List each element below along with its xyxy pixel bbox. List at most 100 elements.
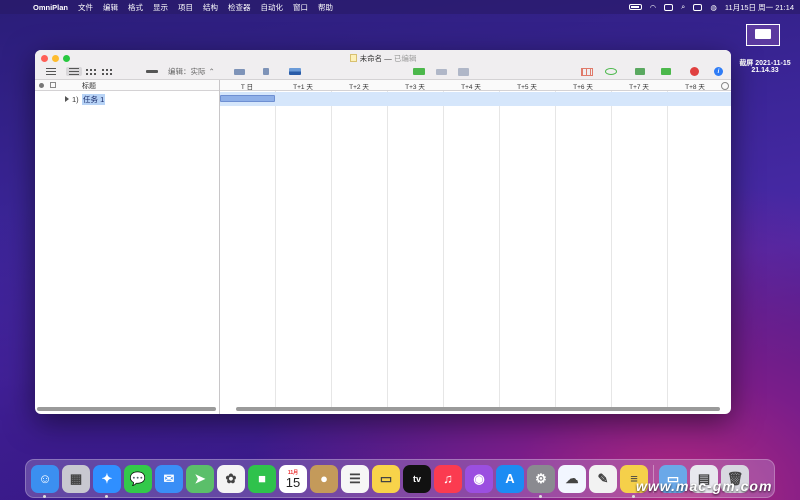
menu-app[interactable]: OmniPlan [28, 3, 73, 12]
eye-icon [605, 68, 617, 75]
menu-automation[interactable]: 自动化 [256, 2, 289, 13]
gantt-grid-line [331, 91, 332, 407]
status-column-icon[interactable] [39, 83, 44, 88]
add-task-button[interactable] [263, 66, 269, 77]
baseline-button[interactable] [413, 66, 425, 77]
finder-icon[interactable]: ☺ [31, 464, 59, 498]
menu-inspectors[interactable]: 检查器 [223, 2, 256, 13]
document-icon [349, 54, 357, 62]
gantt-row-selected[interactable] [220, 92, 731, 106]
checkbox-column-icon[interactable] [50, 82, 56, 88]
gantt-day-label: T+2 天 [349, 84, 369, 91]
messages-icon[interactable]: 💬 [124, 464, 152, 493]
reminders-icon[interactable]: ☰ [341, 464, 369, 493]
outline-scrollbar[interactable] [37, 407, 216, 411]
menu-help[interactable]: 帮助 [313, 2, 338, 13]
siri-icon[interactable]: ◍ [710, 3, 717, 12]
task-row[interactable]: 1) 任务 1 [35, 92, 219, 106]
baseline-icon [413, 68, 425, 75]
zoom-slider[interactable] [146, 66, 158, 77]
apple-tv-icon[interactable]: tv [403, 464, 431, 493]
menu-view[interactable]: 显示 [148, 2, 173, 13]
podcasts-icon[interactable]: ◉ [465, 464, 493, 493]
menubar-clock[interactable]: 11月15日 周一 21:14 [725, 2, 794, 13]
calendar-icon[interactable]: 11月 15 [279, 464, 307, 493]
menu-edit[interactable]: 编辑 [98, 2, 123, 13]
stop-icon [690, 67, 699, 76]
edit-mode-selector[interactable]: 编辑：实际 ⌃ [168, 66, 215, 77]
textedit-icon[interactable]: ✎ [589, 464, 617, 493]
indent-icon [234, 68, 245, 75]
gantt-view-icon [69, 68, 79, 75]
screenshot-thumbnail[interactable] [746, 24, 780, 46]
gantt-scrollbar[interactable] [236, 407, 720, 411]
spotlight-icon[interactable]: ⌕ [681, 2, 685, 12]
gantt-day-label: T+7 天 [629, 84, 649, 91]
document-name[interactable]: 未命名 [360, 54, 383, 63]
maps-icon[interactable]: ➤ [186, 464, 214, 493]
menu-project[interactable]: 项目 [173, 2, 198, 13]
calendar-grid-button[interactable] [581, 66, 593, 77]
launchpad-icon[interactable]: ▦ [62, 464, 90, 493]
title-column-header[interactable]: 标题 [82, 81, 96, 91]
menu-structure[interactable]: 结构 [198, 2, 223, 13]
task-name[interactable]: 任务 1 [82, 94, 106, 105]
contacts-icon[interactable]: ● [310, 464, 338, 493]
stop-button[interactable] [690, 66, 699, 77]
menu-format[interactable]: 格式 [123, 2, 148, 13]
gantt-view-button[interactable] [66, 67, 82, 76]
safari-icon[interactable]: ✦ [93, 464, 121, 498]
level-icon [661, 68, 671, 75]
visibility-button[interactable] [605, 66, 617, 77]
share-icon [458, 67, 469, 76]
app-store-icon[interactable]: A [496, 464, 524, 493]
network-view-button[interactable] [82, 67, 98, 76]
apple-menu-icon[interactable] [12, 2, 22, 12]
task-bar[interactable] [220, 95, 275, 102]
resource-view-button[interactable] [98, 67, 114, 76]
edited-status: 已编辑 [393, 54, 417, 63]
watermark: www.mac-gm.com [636, 478, 773, 494]
indent-button[interactable] [234, 66, 245, 77]
gantt-grid-line [275, 91, 276, 407]
sidebar-toggle-button[interactable] [43, 67, 59, 76]
screenshot-label-time: 21.14.33 [751, 67, 779, 74]
dependency-icon [289, 68, 301, 75]
baidu-netdisk-icon[interactable]: ☁ [558, 464, 586, 493]
filter-button[interactable] [635, 66, 645, 77]
running-indicator [539, 494, 542, 498]
control-center-icon[interactable] [693, 3, 703, 11]
input-method-icon[interactable] [664, 3, 674, 11]
dependency-button[interactable] [289, 66, 301, 77]
split-divider[interactable] [219, 80, 220, 414]
gantt-grid-line [667, 91, 668, 407]
title-separator: — [384, 54, 392, 63]
gantt-grid-line [443, 91, 444, 407]
window-titlebar: 未命名 — 已编辑 编辑：实际 ⌃ i [35, 50, 731, 80]
chevron-updown-icon: ⌃ [208, 67, 215, 76]
level-button[interactable] [661, 66, 671, 77]
gantt-day-label: T+8 天 [685, 84, 705, 91]
inspector-button[interactable]: i [714, 66, 723, 77]
gantt-grid-line [611, 91, 612, 407]
facetime-icon[interactable]: ■ [248, 464, 276, 493]
music-icon[interactable]: ♫ [434, 464, 462, 493]
gantt-day-label: T+6 天 [573, 84, 593, 91]
toolbar-left [43, 66, 59, 77]
share-button[interactable] [458, 66, 469, 77]
menu-file[interactable]: 文件 [73, 2, 98, 13]
notes-icon[interactable]: ▭ [372, 464, 400, 493]
wifi-icon[interactable]: ◠ [650, 3, 657, 12]
menu-bar: OmniPlan 文件 编辑 格式 显示 项目 结构 检查器 自动化 窗口 帮助… [0, 0, 800, 14]
expand-columns-icon[interactable] [721, 82, 729, 90]
running-indicator [632, 494, 635, 498]
track-changes-button[interactable] [436, 66, 447, 77]
battery-icon[interactable] [628, 4, 642, 10]
system-preferences-icon[interactable]: ⚙ [527, 464, 555, 498]
photos-icon[interactable]: ✿ [217, 464, 245, 493]
view-selector [66, 66, 114, 77]
mail-icon[interactable]: ✉ [155, 464, 183, 493]
zoom-slider-icon [146, 70, 158, 73]
disclosure-triangle-icon[interactable] [65, 96, 69, 102]
menu-window[interactable]: 窗口 [288, 2, 313, 13]
